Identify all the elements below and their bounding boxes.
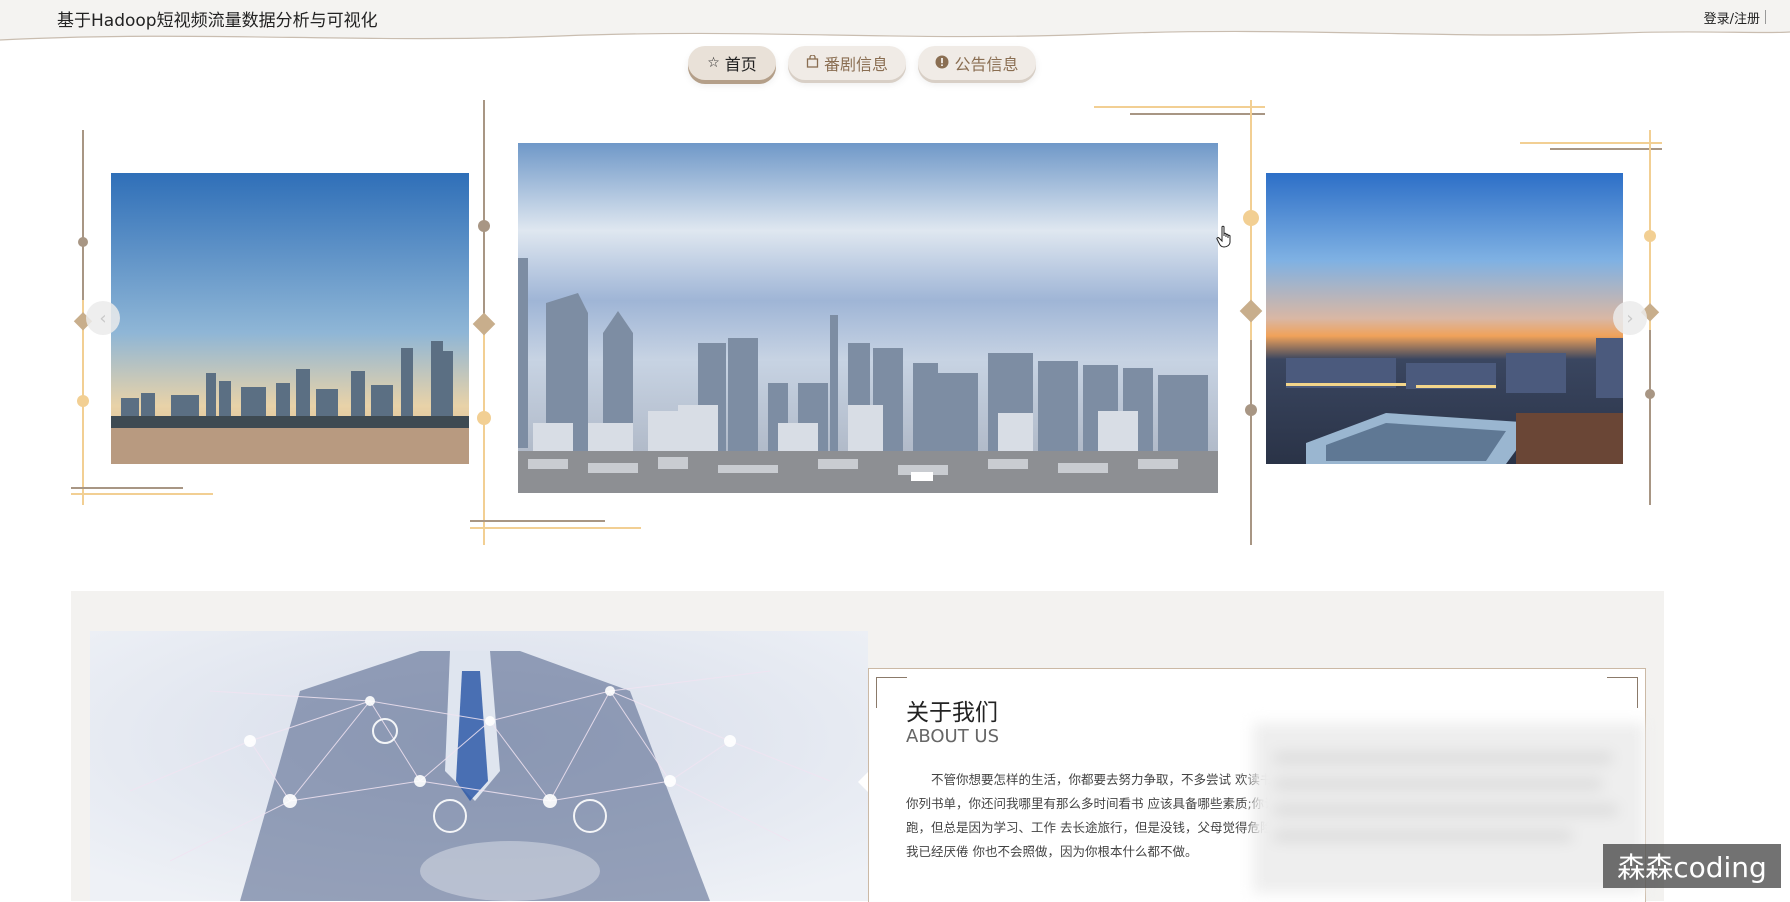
bag-icon: [806, 54, 819, 71]
header-divider: [1765, 10, 1766, 24]
watermark: 森森coding: [1603, 844, 1781, 888]
nav-item-announcements[interactable]: 公告信息: [918, 46, 1036, 80]
chevron-left-icon: ‹: [99, 307, 107, 329]
carousel-slide-left[interactable]: [111, 173, 469, 464]
nav-item-label: 公告信息: [954, 55, 1019, 74]
carousel-indicator[interactable]: [911, 472, 933, 481]
info-circle-icon: [935, 55, 949, 72]
hand-cursor-icon: [1216, 225, 1231, 248]
about-subtitle: ABOUT US: [906, 726, 1000, 747]
city-skyline-day-image: [518, 143, 1218, 493]
nav-item-home[interactable]: ☆ 首页: [688, 46, 776, 80]
chevron-right-icon: ›: [1626, 307, 1634, 329]
site-title: 基于Hadoop短视频流量数据分析与可视化: [57, 11, 378, 31]
site-header: 基于Hadoop短视频流量数据分析与可视化 登录/注册: [0, 0, 1790, 48]
login-register-link[interactable]: 登录/注册: [1704, 8, 1760, 27]
about-title: 关于我们: [906, 700, 998, 726]
carousel-prev-button[interactable]: ‹: [86, 301, 120, 335]
carousel-slide-center[interactable]: [518, 143, 1218, 493]
about-image: [90, 631, 868, 901]
nav-item-drama-info[interactable]: 番剧信息: [788, 46, 906, 80]
blurred-overlay: [1253, 723, 1645, 893]
business-network-image: [90, 631, 868, 901]
nav-item-label: 番剧信息: [823, 55, 888, 74]
about-corner-decoration: [1607, 677, 1638, 708]
nav-item-label: 首页: [724, 55, 757, 74]
about-corner-decoration: [876, 677, 907, 708]
carousel-next-button[interactable]: ›: [1613, 301, 1647, 335]
star-icon: ☆: [707, 55, 720, 71]
city-skyline-dusk-image: [111, 173, 469, 464]
about-box-pointer: [858, 772, 868, 792]
carousel-slide-right[interactable]: [1266, 173, 1623, 464]
city-stadium-night-image: [1266, 173, 1623, 464]
